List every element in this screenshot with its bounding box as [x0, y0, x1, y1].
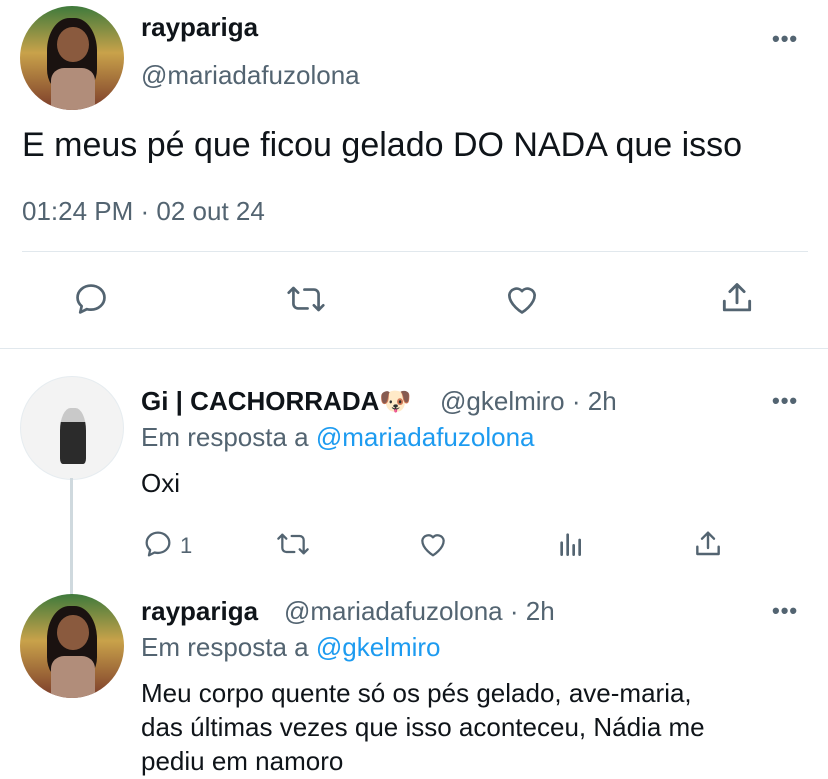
reply-text: Oxi: [141, 468, 180, 498]
display-name[interactable]: raypariga: [141, 12, 258, 43]
reply-icon[interactable]: [72, 280, 110, 318]
retweet-icon[interactable]: [274, 528, 312, 560]
avatar-face: [57, 26, 89, 63]
reply-prefix: Em resposta a: [141, 632, 309, 662]
tweet-timestamp[interactable]: 01:24 PM · 02 out 24: [22, 196, 265, 227]
section-divider: [0, 348, 828, 349]
reply-prefix: Em resposta a: [141, 422, 309, 452]
tweet-text: E meus pé que ficou gelado DO NADA que i…: [22, 126, 743, 164]
reply-target-link[interactable]: @gkelmiro: [316, 632, 441, 662]
reply-context: Em resposta a @mariadafuzolona: [141, 422, 535, 453]
share-icon[interactable]: [692, 527, 724, 561]
divider: [22, 251, 808, 252]
reply-context: Em resposta a @gkelmiro: [141, 632, 441, 663]
avatar-face: [57, 614, 89, 651]
reply-text-line: pediu em namoro: [141, 746, 344, 776]
user-handle[interactable]: @mariadafuzolona: [141, 60, 360, 91]
avatar-body: [51, 656, 95, 698]
avatar-figure: [59, 407, 87, 464]
user-handle-time[interactable]: @mariadafuzolona · 2h: [284, 596, 555, 627]
retweet-icon[interactable]: [284, 280, 328, 318]
more-options-icon[interactable]: •••: [772, 26, 798, 52]
reply-target-link[interactable]: @mariadafuzolona: [316, 422, 535, 452]
display-name[interactable]: Gi | CACHORRADA🐶: [141, 386, 412, 417]
thread-line: [70, 478, 73, 598]
analytics-icon[interactable]: [555, 528, 587, 560]
more-options-icon[interactable]: •••: [772, 388, 798, 414]
reply-icon[interactable]: [142, 528, 174, 560]
reply-text-line: das últimas vezes que isso aconteceu, Ná…: [141, 712, 705, 742]
user-handle-time[interactable]: @gkelmiro · 2h: [440, 386, 617, 417]
like-icon[interactable]: [502, 280, 542, 318]
avatar[interactable]: [20, 376, 124, 480]
reply-count: 1: [180, 533, 193, 558]
more-options-icon[interactable]: •••: [772, 598, 798, 624]
reply-text-line: Meu corpo quente só os pés gelado, ave-m…: [141, 678, 692, 708]
avatar[interactable]: [20, 6, 124, 110]
share-icon[interactable]: [718, 278, 756, 318]
reply-text: Meu corpo quente só os pés gelado, ave-m…: [141, 676, 821, 778]
avatar-body: [51, 68, 95, 110]
avatar[interactable]: [20, 594, 124, 698]
display-name[interactable]: raypariga: [141, 596, 258, 627]
like-icon[interactable]: [416, 528, 450, 560]
